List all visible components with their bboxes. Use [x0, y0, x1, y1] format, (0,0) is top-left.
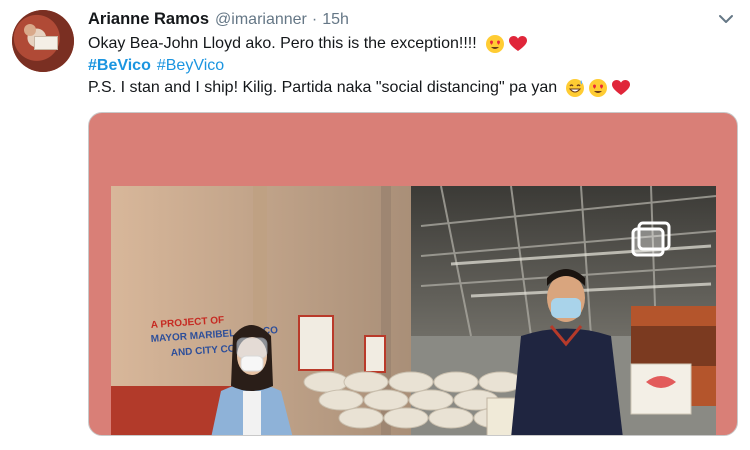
hashtag-beyvico[interactable]: #BeyVico	[157, 57, 224, 75]
tweet-text-1: Okay Bea-John Lloyd ako. Pero this is th…	[88, 35, 477, 52]
author-handle[interactable]: @imarianner	[215, 11, 307, 29]
grinning-sweat-emoji	[566, 79, 585, 97]
timestamp[interactable]: 15h	[322, 11, 349, 29]
warehouse-photo-illustration: A PROJECT OF MAYOR MARIBEL A. ELCO AND C…	[111, 186, 716, 435]
author-name[interactable]: Arianne Ramos	[88, 10, 209, 29]
red-heart-emoji	[612, 80, 631, 95]
multiple-photos-icon[interactable]	[631, 219, 675, 259]
tweet-photo[interactable]: A PROJECT OF MAYOR MARIBEL A. ELCO AND C…	[111, 186, 716, 435]
tweet-text-line-1: Okay Bea-John Lloyd ako. Pero this is th…	[88, 34, 528, 54]
separator-dot: ·	[311, 11, 318, 28]
tweet-header: Arianne Ramos @imarianner · 15h	[88, 10, 349, 32]
avatar-face	[24, 24, 36, 36]
hashtag-bevico[interactable]: #BeVico	[88, 57, 151, 75]
avatar[interactable]	[12, 10, 74, 72]
red-heart-emoji	[508, 36, 527, 51]
tweet-text-3: P.S. I stan and I ship! Kilig. Partida n…	[88, 79, 558, 96]
heart-eyes-emoji	[589, 79, 608, 97]
tweet-text-line-3: P.S. I stan and I ship! Kilig. Partida n…	[88, 78, 631, 98]
hashtags-line: #BeVico #BeyVico	[88, 56, 224, 76]
media-attachment[interactable]: A PROJECT OF MAYOR MARIBEL A. ELCO AND C…	[88, 112, 738, 436]
heart-eyes-emoji	[485, 35, 504, 53]
tweet[interactable]: Arianne Ramos @imarianner · 15h Okay Bea…	[0, 0, 750, 450]
avatar-sign	[34, 36, 58, 50]
chevron-down-icon[interactable]	[716, 12, 736, 26]
